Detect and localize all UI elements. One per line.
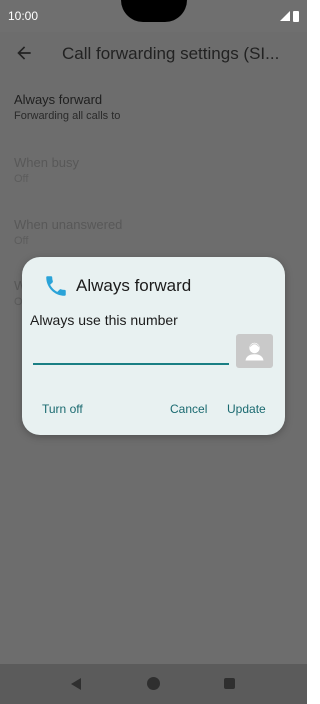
list-item-subtitle: Off [14, 235, 29, 247]
phone-icon [46, 276, 66, 296]
cancel-button[interactable]: Cancel [170, 402, 207, 416]
status-bar: 10:00 [0, 0, 307, 32]
list-item-subtitle: Off [14, 173, 29, 185]
forward-number-input[interactable] [33, 337, 229, 365]
phone-screen: 10:00 Call forwarding settings (SI... Al… [0, 0, 307, 704]
app-bar: Call forwarding settings (SI... [0, 32, 307, 76]
nav-recents-icon[interactable] [224, 678, 235, 689]
list-item-title: Always forward [14, 92, 103, 107]
list-item-subtitle: Forwarding all calls to [14, 110, 121, 122]
always-forward-dialog: Always forward Always use this number Tu… [22, 257, 285, 435]
list-item-always-forward[interactable]: Always forward Forwarding all calls to [14, 92, 294, 122]
signal-icon [280, 11, 290, 21]
contact-picker-button[interactable] [236, 334, 273, 368]
list-item-title: When unanswered [14, 217, 123, 232]
list-item-title: When busy [14, 155, 80, 170]
dialog-label: Always use this number [30, 312, 178, 328]
nav-back-icon[interactable] [71, 678, 81, 690]
status-time: 10:00 [8, 9, 39, 23]
contact-icon [245, 342, 264, 361]
turn-off-button[interactable]: Turn off [42, 402, 83, 416]
status-icons [280, 10, 299, 22]
nav-home-icon[interactable] [147, 677, 160, 690]
list-item-when-busy[interactable]: When busy Off [14, 155, 294, 185]
dialog-title: Always forward [76, 276, 192, 295]
list-item-when-unanswered[interactable]: When unanswered Off [14, 217, 294, 247]
navigation-bar [0, 664, 307, 704]
battery-icon [293, 10, 299, 22]
camera-notch [121, 0, 187, 22]
update-button[interactable]: Update [227, 402, 266, 416]
page-title: Call forwarding settings (SI... [62, 44, 280, 63]
back-arrow-icon[interactable] [14, 43, 34, 63]
